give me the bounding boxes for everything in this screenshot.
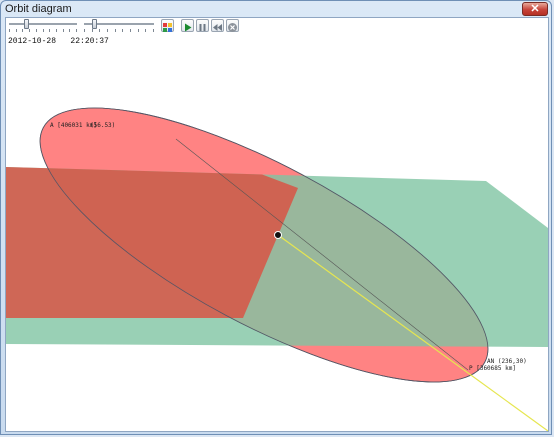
- title-bar[interactable]: Orbit diagram ✕: [1, 1, 553, 17]
- apoapsis-label-overlap: (56.53): [90, 122, 115, 129]
- central-body: [274, 231, 282, 239]
- orbit-diagram-window: Orbit diagram ✕ 2012-10-28 22:20:37 A [4…: [0, 0, 552, 435]
- diagram-client-area: 2012-10-28 22:20:37 A [406031 km] (56.53…: [5, 17, 549, 432]
- orbit-above-plane: [6, 167, 298, 318]
- window-title: Orbit diagram: [5, 3, 72, 15]
- ascending-node-label: AN (236,30): [487, 358, 527, 365]
- close-button[interactable]: ✕: [522, 2, 548, 16]
- orbit-diagram[interactable]: A [406031 km] (56.53) AN (236,30) P [360…: [6, 18, 548, 431]
- periapsis-label: P [360685 km]: [469, 365, 516, 372]
- close-icon: ✕: [530, 3, 540, 15]
